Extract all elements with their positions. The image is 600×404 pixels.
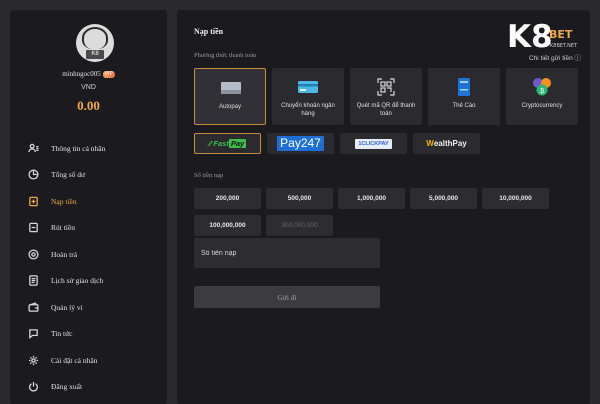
settings-icon	[27, 354, 39, 366]
payment-method-label: Phương thức thanh toán	[194, 52, 257, 59]
method-label: Quét mã QR để thanh toán	[356, 103, 416, 117]
provider-fastpay[interactable]: ⁄⁄ Fast Pay	[194, 133, 261, 154]
balance-value: 0.00	[77, 98, 100, 113]
sidebar-item-label: Đăng xuất	[51, 382, 83, 392]
provider-1clickpay[interactable]: 1CLICKPAY	[340, 133, 407, 154]
bank-transfer-icon	[297, 78, 319, 96]
sidebar-item-label: Quản lý ví	[51, 302, 83, 312]
logo-k8-text: K8	[507, 19, 553, 55]
currency-label: VND	[81, 84, 96, 91]
fastpay-logo-icon: ⁄⁄ Fast Pay	[208, 139, 247, 148]
wealthpay-ealth-text: ealth	[433, 139, 453, 148]
provider-wealthpay[interactable]: WealthPay	[413, 133, 480, 154]
method-cryptocurrency[interactable]: ₿ Cryptocurrency	[506, 68, 578, 125]
amount-5000000-button[interactable]: 5,000,000	[410, 188, 477, 209]
method-scratch-card[interactable]: Thẻ Cào	[428, 68, 500, 125]
preset-amounts: 200,000 500,000 1,000,000 5,000,000 10,0…	[194, 188, 574, 236]
deposit-history-label: Chi tiết gửi tiền	[529, 55, 573, 62]
wealthpay-logo-icon: WealthPay	[426, 139, 466, 148]
logout-icon	[27, 381, 39, 393]
amount-10000000-button[interactable]: 10,000,000	[482, 188, 549, 209]
svg-text:₿: ₿	[540, 88, 545, 95]
sidebar-item-withdraw[interactable]: Rút tiền	[10, 215, 167, 242]
amount-1000000-button[interactable]: 1,000,000	[338, 188, 405, 209]
sidebar-item-history[interactable]: Lịch sử giao dịch	[10, 268, 167, 295]
autopay-icon	[220, 79, 242, 97]
method-label: Chuyển khoản ngân hàng	[281, 103, 335, 117]
payment-providers: ⁄⁄ Fast Pay Pay247 1CLICKPAY WealthPay	[194, 133, 480, 154]
vip-badge-icon: VIP	[102, 70, 115, 78]
fastpay-fast-text: Fast	[213, 139, 229, 148]
balance-icon	[27, 169, 39, 181]
sidebar-item-label: Cài đặt cá nhân	[51, 355, 98, 365]
sidebar: K8 minhngoc005 VIP VND 0.00 Thông tin cá …	[10, 10, 167, 404]
sidebar-item-label: Hoàn trả	[51, 249, 78, 259]
sidebar-item-balance[interactable]: Tổng số dư	[10, 162, 167, 189]
amount-label: Số tiền nạp	[194, 172, 224, 179]
qr-code-icon	[375, 78, 397, 96]
sidebar-item-label: Thông tin cá nhân	[51, 143, 106, 153]
method-label: Cryptocurrency	[521, 103, 563, 109]
wealthpay-w-text: W	[426, 139, 434, 148]
wallet-icon	[27, 301, 39, 313]
sidebar-item-label: Tin tức	[51, 329, 73, 339]
amount-100000000-button[interactable]: 100,000,000	[194, 215, 261, 236]
pay247-pay-text: Pay	[280, 136, 301, 150]
payment-methods: Autopay Chuyển khoản ngân hàng Quét mã Q…	[194, 68, 578, 125]
sidebar-item-refund[interactable]: Hoàn trả	[10, 241, 167, 268]
wealthpay-pay-text: Pay	[452, 139, 467, 148]
username: minhngoc005	[62, 70, 101, 78]
fastpay-pay-text: Pay	[228, 139, 247, 148]
amount-300000000-button: 300,000,000	[266, 215, 333, 236]
oneclickpay-logo-icon: 1CLICKPAY	[355, 138, 392, 149]
withdraw-icon	[27, 222, 39, 234]
method-bank-transfer[interactable]: Chuyển khoản ngân hàng	[272, 68, 344, 125]
info-icon: ⓘ	[574, 55, 582, 62]
username-row: minhngoc005 VIP	[10, 70, 167, 78]
scratch-card-icon	[453, 78, 475, 96]
submit-button[interactable]: Gửi đi	[194, 286, 380, 308]
method-label: Thẻ Cào	[452, 103, 476, 109]
method-qr-code[interactable]: Quét mã QR để thanh toán	[350, 68, 422, 125]
deposit-icon	[27, 195, 39, 207]
sidebar-menu: Thông tin cá nhân Tổng số dư Nạp tiền Rú…	[10, 135, 167, 400]
avatar-hair-shape	[82, 27, 108, 49]
sidebar-item-logout[interactable]: Đăng xuất	[10, 374, 167, 401]
amount-500000-button[interactable]: 500,000	[266, 188, 333, 209]
sidebar-item-label: Lịch sử giao dịch	[51, 276, 104, 286]
crypto-icon: ₿	[531, 78, 553, 96]
pay247-num-text: 247	[300, 136, 321, 150]
user-info-icon	[27, 142, 39, 154]
sidebar-item-label: Nạp tiền	[51, 196, 77, 206]
sidebar-item-label: Tổng số dư	[51, 170, 86, 180]
provider-pay247[interactable]: Pay247	[267, 133, 334, 154]
sidebar-item-settings[interactable]: Cài đặt cá nhân	[10, 347, 167, 374]
method-label: Autopay	[218, 104, 242, 110]
page-title: Nạp tiền	[194, 27, 224, 36]
avatar: K8	[76, 24, 114, 62]
deposit-history-link[interactable]: Chi tiết gửi tiền ⓘ	[529, 52, 581, 62]
refund-icon	[27, 248, 39, 260]
sidebar-item-news[interactable]: Tin tức	[10, 321, 167, 348]
avatar-badge: K8	[86, 50, 104, 59]
logo-bet-text: BET	[549, 28, 573, 41]
method-autopay[interactable]: Autopay	[194, 68, 266, 125]
sidebar-item-wallet[interactable]: Quản lý ví	[10, 294, 167, 321]
history-icon	[27, 275, 39, 287]
deposit-panel: Nạp tiền K8 BET K8BET.NET Chi tiết gửi t…	[177, 10, 590, 404]
news-icon	[27, 328, 39, 340]
amount-200000-button[interactable]: 200,000	[194, 188, 261, 209]
pay247-logo-icon: Pay247	[277, 136, 324, 151]
sidebar-item-profile[interactable]: Thông tin cá nhân	[10, 135, 167, 162]
sidebar-item-deposit[interactable]: Nạp tiền	[10, 188, 167, 215]
sidebar-item-label: Rút tiền	[51, 223, 75, 233]
logo-domain-text: K8BET.NET	[550, 43, 578, 49]
amount-input[interactable]	[194, 238, 380, 268]
